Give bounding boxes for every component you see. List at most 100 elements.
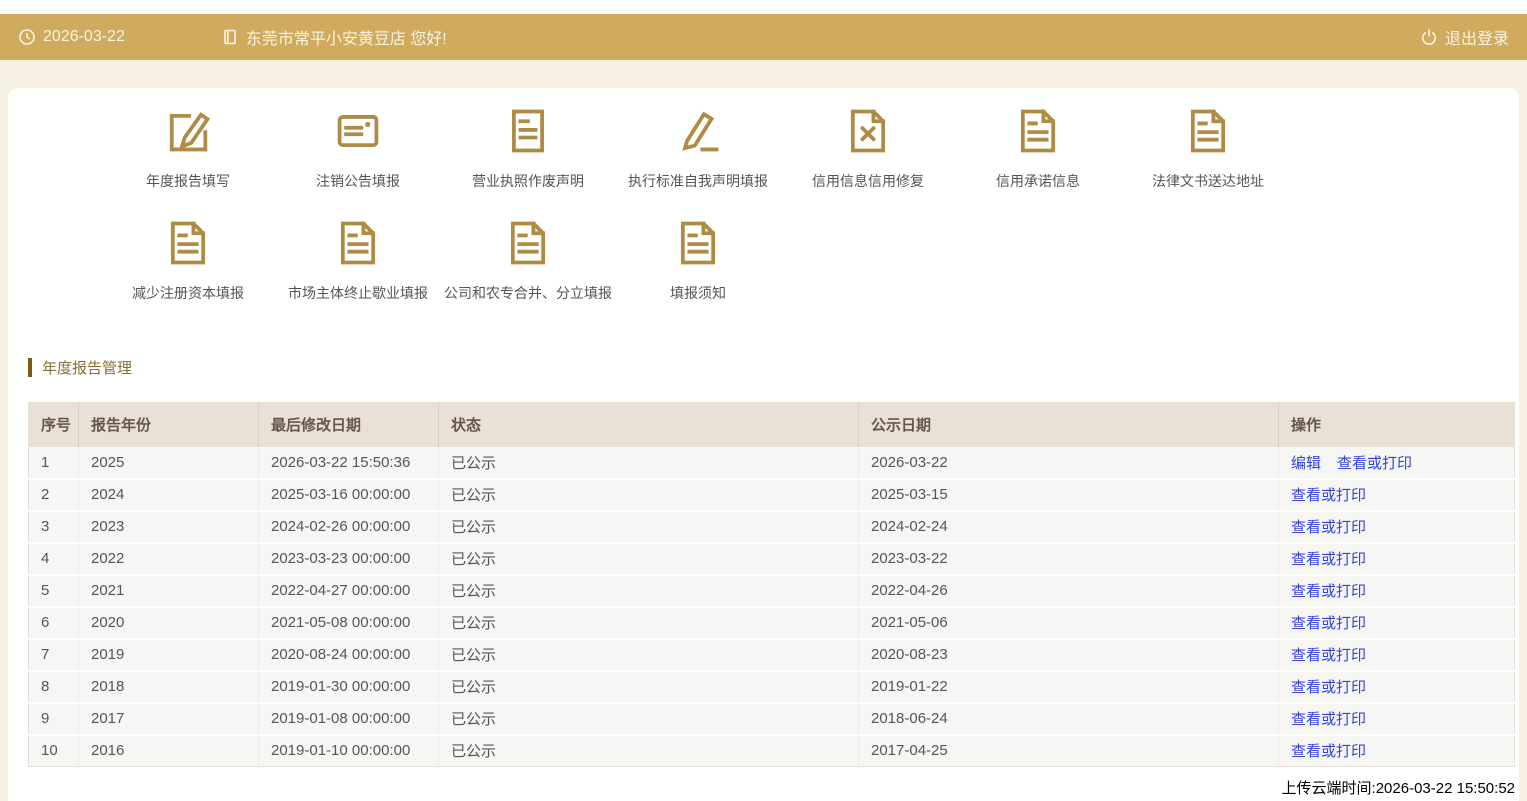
view-or-print-link[interactable]: 查看或打印 xyxy=(1291,487,1366,504)
edit-link[interactable]: 编辑 xyxy=(1291,455,1321,472)
cell-actions: 查看或打印 xyxy=(1278,638,1515,672)
menu-item-label: 执行标准自我声明填报 xyxy=(628,173,768,189)
booklet-icon xyxy=(221,28,239,46)
cell-modified: 2025-03-16 00:00:00 xyxy=(258,478,439,512)
view-or-print-link[interactable]: 查看或打印 xyxy=(1291,647,1366,664)
view-or-print-link[interactable]: 查看或打印 xyxy=(1291,615,1366,632)
content-panel: 年度报告填写 注销公告填报 营业执照作废声明 执行标准自我声明填报 信用信息信用修复 信用… xyxy=(8,88,1519,801)
cell-no: 5 xyxy=(28,574,79,608)
menu-item-label: 法律文书送达地址 xyxy=(1152,173,1264,189)
pencil-icon xyxy=(672,111,724,161)
cell-actions: 编辑 查看或打印 xyxy=(1278,446,1515,480)
view-or-print-link[interactable]: 查看或打印 xyxy=(1337,455,1412,472)
cell-status: 已公示 xyxy=(438,446,859,480)
menu-item[interactable]: 信用信息信用修复 xyxy=(783,105,953,191)
menu-item[interactable]: 法律文书送达地址 xyxy=(1123,105,1293,191)
menu-item[interactable]: 减少注册资本填报 xyxy=(103,217,273,303)
column-header: 报告年份 xyxy=(78,402,259,447)
cell-modified: 2019-01-30 00:00:00 xyxy=(258,670,439,704)
cell-status: 已公示 xyxy=(438,670,859,704)
table-row: 9 2017 2019-01-08 00:00:00 已公示 2018-06-24 查看或… xyxy=(28,702,1515,736)
section-accent-bar xyxy=(28,358,32,377)
cell-year: 2018 xyxy=(78,670,259,704)
topbar-date-group: 2026-03-22 xyxy=(18,28,125,46)
announcement-card-icon xyxy=(332,115,384,161)
cell-modified: 2020-08-24 00:00:00 xyxy=(258,638,439,672)
table-row: 4 2022 2023-03-23 00:00:00 已公示 2023-03-22 查看或… xyxy=(28,542,1515,576)
table-row: 10 2016 2019-01-10 00:00:00 已公示 2017-04-25 查看… xyxy=(28,734,1515,767)
menu-item[interactable]: 公司和农专合并、分立填报 xyxy=(443,217,613,303)
cell-actions: 查看或打印 xyxy=(1278,510,1515,544)
logout-button[interactable]: 退出登录 xyxy=(1420,25,1509,49)
cell-no: 3 xyxy=(28,510,79,544)
menu-item-label: 年度报告填写 xyxy=(146,173,230,189)
column-header: 序号 xyxy=(28,402,79,447)
cell-modified: 2019-01-08 00:00:00 xyxy=(258,702,439,736)
cell-published: 2018-06-24 xyxy=(858,702,1279,736)
view-or-print-link[interactable]: 查看或打印 xyxy=(1291,583,1366,600)
cell-year: 2020 xyxy=(78,606,259,640)
view-or-print-link[interactable]: 查看或打印 xyxy=(1291,679,1366,696)
cell-actions: 查看或打印 xyxy=(1278,478,1515,512)
cell-modified: 2022-04-27 00:00:00 xyxy=(258,574,439,608)
upload-cloud-time: 上传云端时间:2026-03-22 15:50:52 xyxy=(1281,780,1515,797)
cell-no: 10 xyxy=(28,734,79,767)
cell-published: 2023-03-22 xyxy=(858,542,1279,576)
table-row: 5 2021 2022-04-27 00:00:00 已公示 2022-04-26 查看或… xyxy=(28,574,1515,608)
table-header-row: 序号 报告年份 最后修改日期 状态 公示日期 操作 xyxy=(28,402,1515,447)
menu-item-label: 填报须知 xyxy=(670,285,726,301)
cell-actions: 查看或打印 xyxy=(1278,734,1515,767)
cell-no: 1 xyxy=(28,446,79,480)
cell-status: 已公示 xyxy=(438,702,859,736)
table-row: 6 2020 2021-05-08 00:00:00 已公示 2021-05-06 查看或… xyxy=(28,606,1515,640)
cell-modified: 2026-03-22 15:50:36 xyxy=(258,446,439,480)
menu-item[interactable]: 注销公告填报 xyxy=(273,105,443,191)
cell-no: 6 xyxy=(28,606,79,640)
document-folded-icon xyxy=(672,221,724,273)
view-or-print-link[interactable]: 查看或打印 xyxy=(1291,711,1366,728)
cell-published: 2020-08-23 xyxy=(858,638,1279,672)
cell-actions: 查看或打印 xyxy=(1278,542,1515,576)
cell-no: 4 xyxy=(28,542,79,576)
cell-published: 2022-04-26 xyxy=(858,574,1279,608)
view-or-print-link[interactable]: 查看或打印 xyxy=(1291,551,1366,568)
cell-modified: 2021-05-08 00:00:00 xyxy=(258,606,439,640)
menu-item-label: 注销公告填报 xyxy=(316,173,400,189)
cell-actions: 查看或打印 xyxy=(1278,670,1515,704)
cell-year: 2023 xyxy=(78,510,259,544)
view-or-print-link[interactable]: 查看或打印 xyxy=(1291,743,1366,760)
topbar: 2026-03-22 东莞市常平小安黄豆店 您好! 退出登录 xyxy=(0,14,1527,60)
table-row: 2 2024 2025-03-16 00:00:00 已公示 2025-03-15 查看或… xyxy=(28,478,1515,512)
menu-item[interactable]: 年度报告填写 xyxy=(103,105,273,191)
logout-label: 退出登录 xyxy=(1444,31,1509,48)
column-header: 公示日期 xyxy=(858,402,1279,447)
view-or-print-link[interactable]: 查看或打印 xyxy=(1291,519,1366,536)
menu-grid: 年度报告填写 注销公告填报 营业执照作废声明 执行标准自我声明填报 信用信息信用修复 信用… xyxy=(103,88,1293,329)
document-folded-icon xyxy=(332,221,384,273)
table-row: 8 2018 2019-01-30 00:00:00 已公示 2019-01-22 查看或… xyxy=(28,670,1515,704)
cell-modified: 2024-02-26 00:00:00 xyxy=(258,510,439,544)
menu-item[interactable]: 信用承诺信息 xyxy=(953,105,1123,191)
topbar-company-group: 东莞市常平小安黄豆店 您好! xyxy=(221,25,447,49)
clock-icon xyxy=(18,28,36,46)
menu-item-label: 减少注册资本填报 xyxy=(132,285,244,301)
column-header: 状态 xyxy=(438,402,859,447)
cell-year: 2024 xyxy=(78,478,259,512)
power-icon xyxy=(1420,28,1438,46)
menu-item-label: 信用信息信用修复 xyxy=(812,173,924,189)
cell-actions: 查看或打印 xyxy=(1278,574,1515,608)
cell-status: 已公示 xyxy=(438,606,859,640)
top-white-strip xyxy=(0,0,1527,14)
table-row: 7 2019 2020-08-24 00:00:00 已公示 2020-08-23 查看或… xyxy=(28,638,1515,672)
menu-item[interactable]: 填报须知 xyxy=(613,217,783,303)
company-greeting: 东莞市常平小安黄豆店 您好! xyxy=(245,31,447,48)
menu-item[interactable]: 市场主体终止歇业填报 xyxy=(273,217,443,303)
menu-item[interactable]: 执行标准自我声明填报 xyxy=(613,105,783,191)
cell-published: 2024-02-24 xyxy=(858,510,1279,544)
annual-report-table: 序号 报告年份 最后修改日期 状态 公示日期 操作 1 2025 2026-03-22 15:… xyxy=(28,402,1515,767)
menu-item[interactable]: 营业执照作废声明 xyxy=(443,105,613,191)
document-folded-icon xyxy=(1182,109,1234,161)
table-body: 1 2025 2026-03-22 15:50:36 已公示 2026-03-22 编辑查… xyxy=(28,446,1515,767)
menu-item-label: 信用承诺信息 xyxy=(996,173,1080,189)
cell-actions: 查看或打印 xyxy=(1278,606,1515,640)
